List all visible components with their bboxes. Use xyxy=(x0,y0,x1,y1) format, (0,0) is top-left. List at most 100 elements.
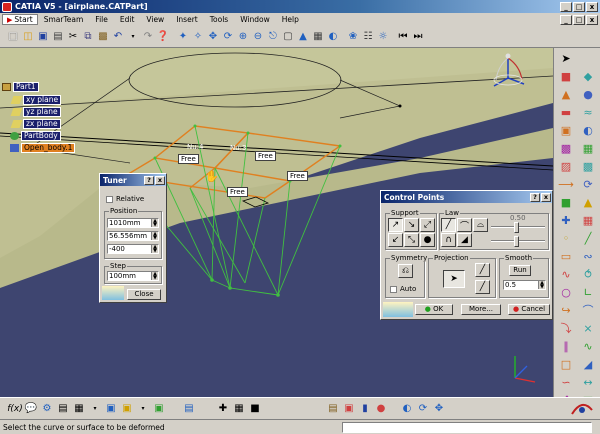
fly-mode-icon[interactable]: ✦ xyxy=(176,29,190,45)
parallel-icon[interactable]: ∥ xyxy=(557,338,575,354)
run-button[interactable]: Run xyxy=(509,265,531,276)
circle-icon[interactable]: ○ xyxy=(557,284,575,300)
cancel-button[interactable]: ● Cancel xyxy=(508,304,550,315)
doc-minimize-button[interactable]: _ xyxy=(560,14,572,25)
helix-icon[interactable]: ⥀ xyxy=(579,266,597,282)
menu-edit[interactable]: Edit xyxy=(114,15,141,24)
blend-icon[interactable]: ◐ xyxy=(579,122,597,138)
symmetry-tool-icon[interactable]: ▲ xyxy=(579,194,597,210)
law-bell-icon[interactable]: ∩ xyxy=(441,233,456,247)
swap-space-icon[interactable]: ◐ xyxy=(326,29,340,45)
dropdown-icon[interactable]: ▾ xyxy=(126,29,140,45)
menu-start[interactable]: ▶ Start xyxy=(2,14,38,25)
law-slider-bottom-thumb[interactable] xyxy=(514,236,519,247)
snap-icon[interactable]: ■ xyxy=(248,401,262,417)
material-icon[interactable]: ▣ xyxy=(342,401,356,417)
command-input[interactable] xyxy=(342,421,592,433)
spinner-icon[interactable]: ▲ ▼ xyxy=(151,232,158,241)
position-y-field[interactable]: 56.556mm ▲ ▼ xyxy=(107,231,159,241)
projection-direction-icon[interactable]: ╱ xyxy=(475,263,490,277)
dropdown-icon[interactable]: ▾ xyxy=(88,401,102,417)
minimize-button[interactable]: _ xyxy=(560,1,572,12)
reflect-icon[interactable]: ∿ xyxy=(579,338,597,354)
select-icon[interactable]: ➤ xyxy=(557,50,575,66)
pan-icon[interactable]: ✥ xyxy=(206,29,220,45)
hide-show-icon[interactable]: ▦ xyxy=(311,29,325,45)
extract-icon[interactable]: ▩ xyxy=(579,158,597,174)
spline-icon[interactable]: ∿ xyxy=(557,266,575,282)
support-direction-icon[interactable]: ⤢ xyxy=(420,218,435,232)
fill-icon[interactable]: ▣ xyxy=(557,122,575,138)
quick-view-icon[interactable]: ▢ xyxy=(281,29,295,45)
intersect-icon[interactable]: ⨯ xyxy=(579,320,597,336)
car-icon[interactable]: ▮ xyxy=(358,401,372,417)
table-tool-icon[interactable]: ▦ xyxy=(72,401,86,417)
zoom-in-icon[interactable]: ⊕ xyxy=(236,29,250,45)
copy-icon[interactable]: ⧉ xyxy=(81,29,95,45)
rotate-tool-icon[interactable]: ⟳ xyxy=(579,176,597,192)
auto-checkbox[interactable] xyxy=(390,286,397,293)
tuner-close-x-button[interactable]: x xyxy=(155,175,165,185)
spinner-icon[interactable]: ▲ ▼ xyxy=(151,245,158,254)
pattern-icon[interactable]: ▦ xyxy=(579,212,597,228)
paste-icon[interactable]: ▩ xyxy=(96,29,110,45)
shading-icon[interactable]: ◐ xyxy=(400,401,414,417)
analysis-icon[interactable]: □ xyxy=(557,356,575,372)
support-plane-icon[interactable]: ↙ xyxy=(388,233,403,247)
render-style-icon[interactable]: ▲ xyxy=(296,29,310,45)
tree-item-partbody[interactable]: PartBody xyxy=(10,131,61,141)
menu-window[interactable]: Window xyxy=(234,15,276,24)
affinity-icon[interactable]: ✚ xyxy=(557,212,575,228)
formula-icon[interactable]: f(x) xyxy=(7,401,23,417)
print-icon[interactable]: ▤ xyxy=(51,29,65,45)
cut-icon[interactable]: ✂ xyxy=(66,29,80,45)
zoom-out-icon[interactable]: ⊖ xyxy=(251,29,265,45)
position-x-field[interactable]: 1010mm ▲ ▼ xyxy=(107,218,159,228)
undo-icon[interactable]: ↶ xyxy=(111,29,125,45)
menu-insert[interactable]: Insert xyxy=(170,15,204,24)
tree-item-xy-plane[interactable]: xy plane xyxy=(10,95,62,105)
relative-checkbox[interactable] xyxy=(106,196,113,203)
menu-smarteam[interactable]: SmarTeam xyxy=(38,15,90,24)
render-icon[interactable]: ● xyxy=(374,401,388,417)
redo-icon[interactable]: ↷ xyxy=(141,29,155,45)
projection-normal-icon[interactable]: ➤ xyxy=(443,270,465,288)
extrude-icon[interactable]: ▲ xyxy=(557,86,575,102)
menu-file[interactable]: File xyxy=(89,15,114,24)
dropdown-icon[interactable]: ▾ xyxy=(136,401,150,417)
compass-tool-icon[interactable]: ❀ xyxy=(346,29,360,45)
tuner-help-button[interactable]: ? xyxy=(144,175,154,185)
tree-item-yz-plane[interactable]: yz plane xyxy=(10,107,61,117)
surface-icon[interactable]: ■ xyxy=(557,68,575,84)
draft-icon[interactable]: ◢ xyxy=(579,356,597,372)
compass-icon[interactable] xyxy=(488,52,528,94)
connect-curve-icon[interactable]: ↪ xyxy=(557,302,575,318)
spinner-icon[interactable]: ▲ ▼ xyxy=(151,219,158,228)
law-linear-icon[interactable]: ╱ xyxy=(441,218,456,232)
doc-close-button[interactable]: x xyxy=(586,14,598,25)
comment-icon[interactable]: 💬 xyxy=(24,401,38,417)
patch-icon[interactable]: ◆ xyxy=(579,68,597,84)
symmetry-icon[interactable]: ⎌ xyxy=(398,264,413,278)
grid-icon[interactable]: ☷ xyxy=(361,29,375,45)
law-concave-icon[interactable]: ⌒ xyxy=(457,218,472,232)
menu-help[interactable]: Help xyxy=(276,15,305,24)
rotate-icon[interactable]: ⟳ xyxy=(221,29,235,45)
tree-item-open-body[interactable]: Open_body.1 xyxy=(10,143,76,153)
restore-button[interactable]: □ xyxy=(573,1,585,12)
check-icon[interactable]: ▣ xyxy=(152,401,166,417)
translate-icon[interactable]: ⟶ xyxy=(557,176,575,192)
join-icon[interactable]: ▩ xyxy=(557,140,575,156)
scale-icon[interactable]: ■ xyxy=(557,194,575,210)
line-icon[interactable]: ╱ xyxy=(579,230,597,246)
spinner-icon[interactable]: ▲ ▼ xyxy=(151,272,158,281)
doc-restore-button[interactable]: □ xyxy=(573,14,585,25)
ok-button[interactable]: ● OK xyxy=(415,304,453,315)
tree-item-part1[interactable]: Part1 xyxy=(2,82,39,92)
split-icon[interactable]: ▦ xyxy=(579,140,597,156)
distance-icon[interactable]: ↔ xyxy=(579,374,597,390)
open-icon[interactable]: ◫ xyxy=(21,29,35,45)
whats-this-icon[interactable]: ❓ xyxy=(156,29,170,45)
step-field[interactable]: 100mm ▲ ▼ xyxy=(107,271,159,281)
globe-icon[interactable]: ☼ xyxy=(376,29,390,45)
